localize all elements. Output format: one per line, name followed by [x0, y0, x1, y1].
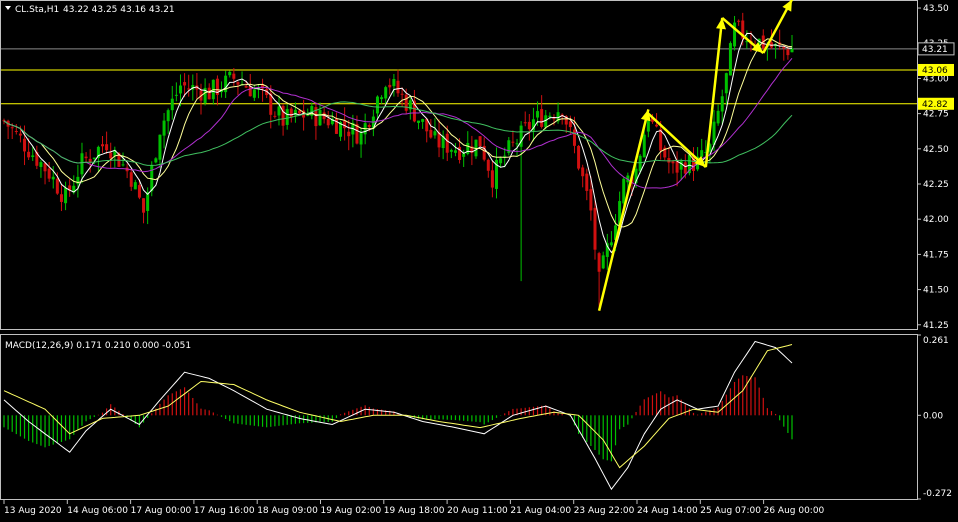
level-price-label: 43.06	[918, 63, 954, 76]
candle	[478, 135, 482, 147]
time-tick-label: 24 Aug 14:00	[637, 506, 698, 516]
macd-label: MACD(12,26,9) 0.171 0.210 0.000 -0.051	[5, 341, 191, 351]
price-tick-label: 43.50	[923, 4, 949, 14]
macd-tick-label: -0.272	[923, 489, 952, 499]
macd-tick-label: 0.261	[923, 336, 949, 346]
time-tick-label: 14 Aug 06:00	[67, 506, 128, 516]
macd-tick-label: 0.00	[923, 411, 943, 421]
symbol-label: CL.Sta,H1	[15, 5, 59, 15]
time-tick-label: 18 Aug 09:00	[257, 506, 318, 516]
price-tick-label: 42.75	[923, 110, 949, 120]
price-tick-label: 41.25	[923, 321, 949, 331]
time-tick-label: 17 Aug 00:00	[131, 506, 192, 516]
price-tick-label: 42.25	[923, 180, 949, 190]
ohlc-readout: 43.22 43.25 43.16 43.21	[63, 5, 175, 15]
time-tick-label: 19 Aug 18:00	[384, 506, 445, 516]
price-tick-label: 42.50	[923, 145, 949, 155]
time-tick-label: 25 Aug 07:00	[700, 506, 761, 516]
svg-text:43.21: 43.21	[922, 45, 948, 55]
price-tick-label: 41.75	[923, 250, 949, 260]
svg-text:43.06: 43.06	[922, 66, 948, 76]
time-tick-label: 17 Aug 16:00	[194, 506, 255, 516]
svg-text:42.82: 42.82	[922, 100, 948, 110]
chart-header: CL.Sta,H1 43.22 43.25 43.16 43.21	[5, 5, 175, 15]
price-tick-label: 41.50	[923, 286, 949, 296]
chart-window: 43.5043.2543.0042.7542.5042.2542.0041.75…	[0, 0, 958, 518]
time-tick-label: 19 Aug 02:00	[321, 506, 382, 516]
candle	[577, 145, 581, 171]
level-price-label: 42.82	[918, 97, 954, 110]
time-tick-label: 13 Aug 2020	[4, 506, 62, 516]
price-tick-label: 42.00	[923, 215, 949, 225]
time-tick-label: 23 Aug 22:00	[574, 506, 635, 516]
time-tick-label: 20 Aug 11:00	[447, 506, 508, 516]
candle	[728, 41, 732, 76]
current-price-label: 43.21	[917, 42, 955, 56]
time-tick-label: 26 Aug 00:00	[764, 506, 825, 516]
time-tick-label: 21 Aug 04:00	[510, 506, 571, 516]
